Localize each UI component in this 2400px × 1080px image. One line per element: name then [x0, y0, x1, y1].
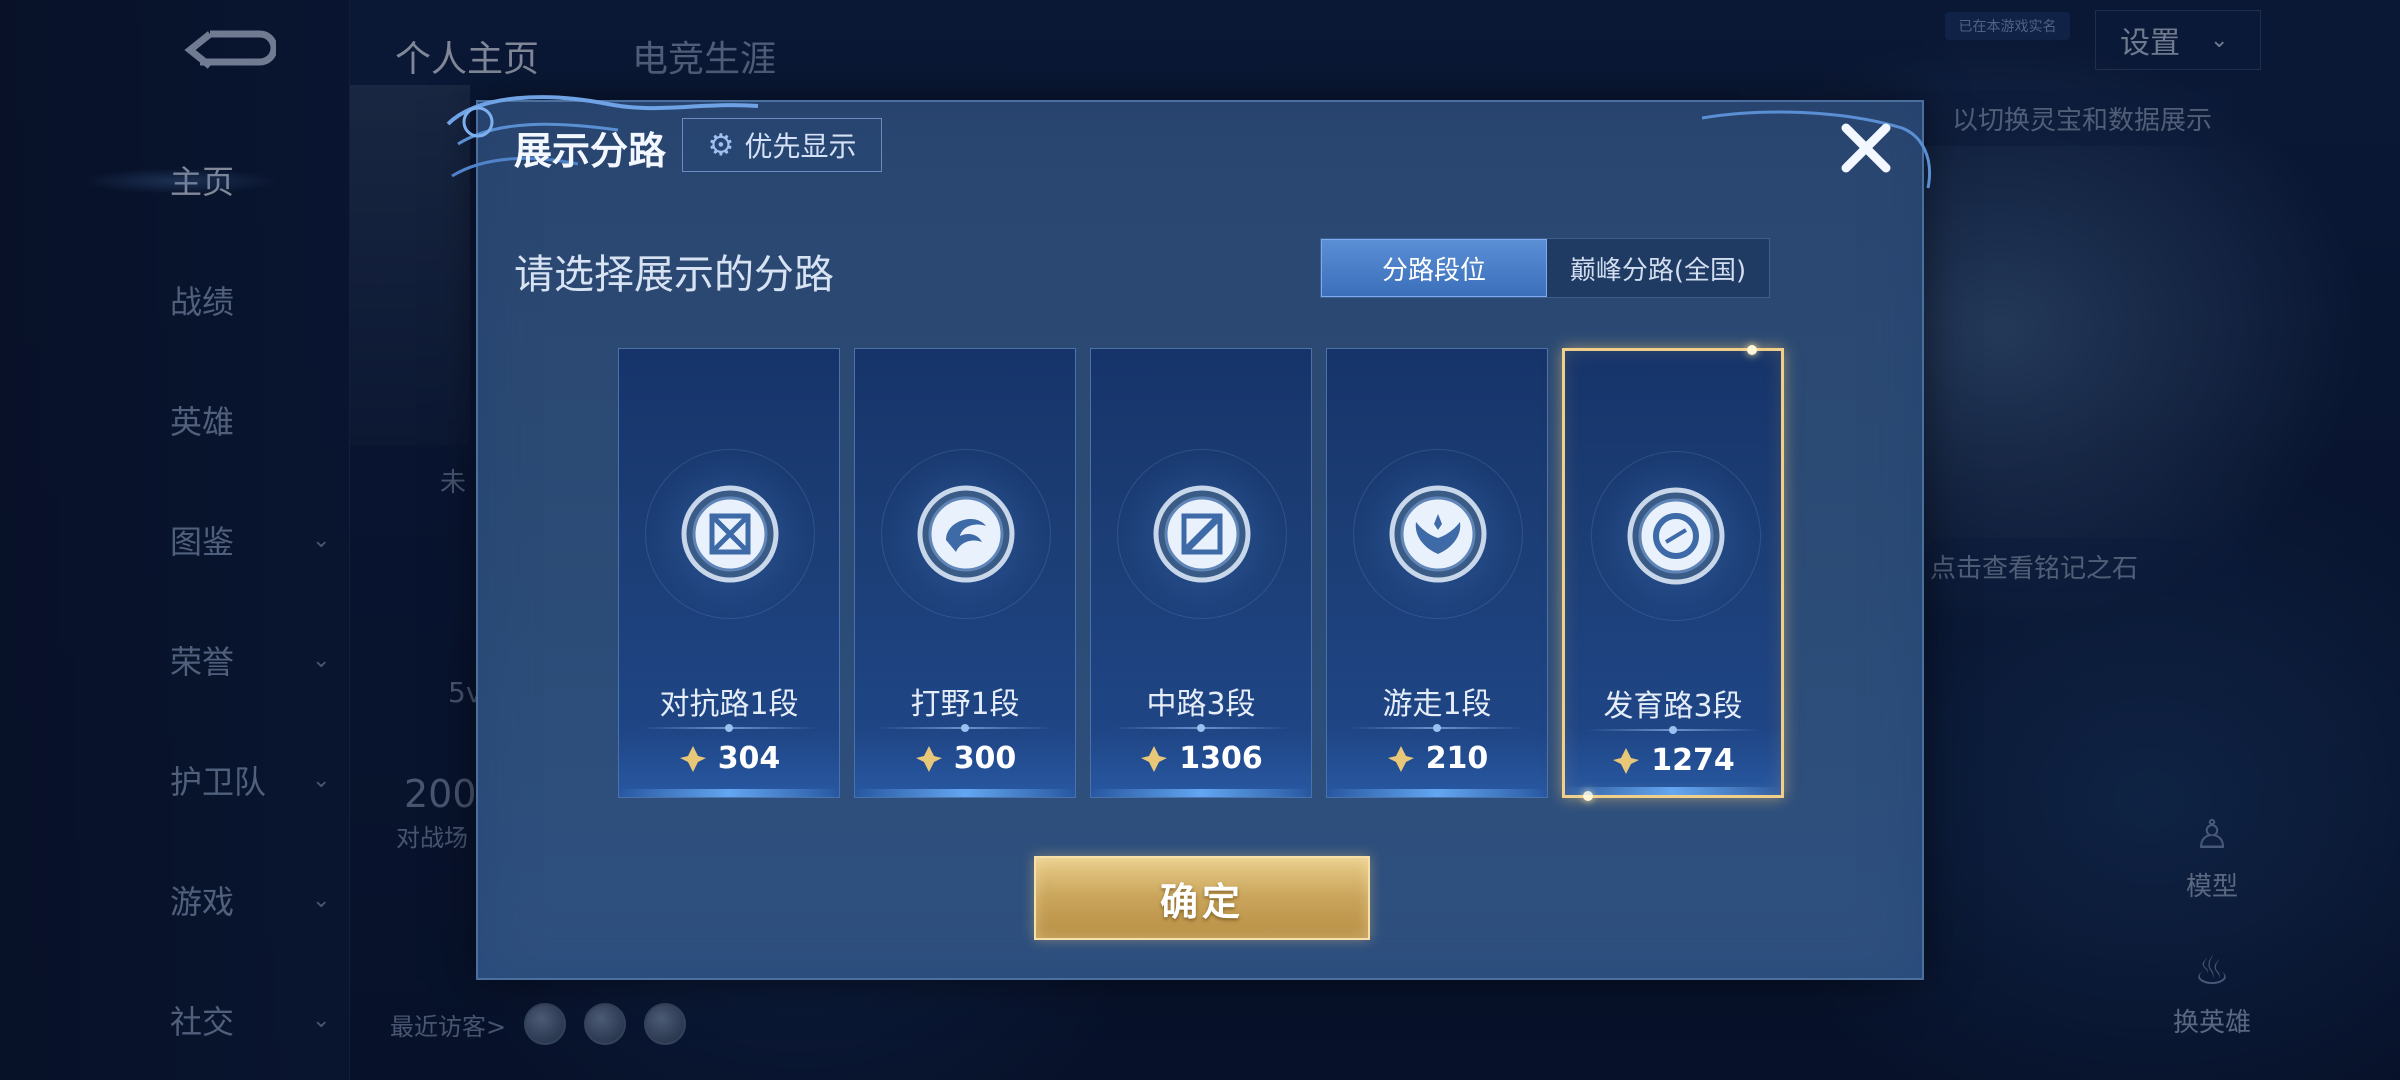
mid-lane-icon	[1153, 485, 1251, 583]
lane-card-mid[interactable]: 中路3段 1306	[1090, 348, 1312, 798]
tab-lane-rank[interactable]: 分路段位	[1321, 239, 1547, 297]
lane-score-value: 304	[717, 741, 781, 776]
rank-points-icon	[915, 745, 942, 772]
lane-score-value: 300	[953, 741, 1017, 776]
selection-sparkle	[1583, 791, 1593, 801]
divider	[1349, 724, 1525, 732]
lane-score: 300	[855, 741, 1075, 776]
rank-points-icon	[679, 745, 706, 772]
lane-score: 210	[1327, 741, 1547, 776]
divider	[1587, 726, 1759, 734]
tab-peak-lane-national[interactable]: 巅峰分路(全国)	[1547, 239, 1769, 297]
close-icon	[1841, 123, 1891, 173]
jungle-icon	[917, 485, 1015, 583]
roam-icon	[1389, 485, 1487, 583]
gear-icon: ⚙	[707, 127, 735, 163]
clash-lane-icon	[681, 485, 779, 583]
dialog-subtitle: 请选择展示的分路	[514, 252, 834, 298]
selection-sparkle	[1747, 345, 1757, 355]
lane-rank-label: 打野1段	[910, 687, 1020, 722]
cloud-ornament-icon	[1702, 110, 1931, 189]
lane-rank-label: 游走1段	[1382, 687, 1492, 722]
lane-rank-label: 发育路3段	[1603, 689, 1743, 724]
lane-score-value: 1274	[1651, 743, 1735, 778]
lane-score: 1274	[1565, 743, 1781, 778]
farm-lane-icon	[1627, 487, 1725, 585]
confirm-button[interactable]: 确定	[1034, 856, 1370, 940]
rank-points-icon	[1613, 747, 1640, 774]
lane-score-value: 1306	[1179, 741, 1263, 776]
rank-points-icon	[1141, 745, 1168, 772]
lane-select-dialog: 展示分路 ⚙ 优先显示 请选择展示的分路 分路段位 巅峰分路(全国) 对抗路1段	[446, 95, 1931, 980]
lane-card-roam[interactable]: 游走1段 210	[1326, 348, 1548, 798]
lane-score: 1306	[1091, 741, 1311, 776]
priority-display-button[interactable]: ⚙ 优先显示	[682, 118, 882, 172]
lane-card-jungle[interactable]: 打野1段 300	[854, 348, 1076, 798]
lane-list: 对抗路1段 304 打野1段 300 中路3段 1306 游走1段 210 发育…	[618, 345, 1784, 801]
lane-rank-label: 中路3段	[1146, 687, 1256, 722]
close-button[interactable]	[1834, 116, 1898, 180]
lane-rank-label: 对抗路1段	[659, 687, 799, 722]
lane-card-clash[interactable]: 对抗路1段 304	[618, 348, 840, 798]
display-mode-toggle: 分路段位 巅峰分路(全国)	[1320, 238, 1770, 298]
lane-score-value: 210	[1425, 741, 1489, 776]
rank-points-icon	[1387, 745, 1414, 772]
lane-card-farm[interactable]: 发育路3段 1274	[1562, 345, 1784, 801]
divider	[877, 724, 1053, 732]
priority-display-label: 优先显示	[744, 130, 857, 163]
divider	[641, 724, 817, 732]
dialog-title: 展示分路	[514, 129, 667, 173]
divider	[1113, 724, 1289, 732]
lane-score: 304	[619, 741, 839, 776]
